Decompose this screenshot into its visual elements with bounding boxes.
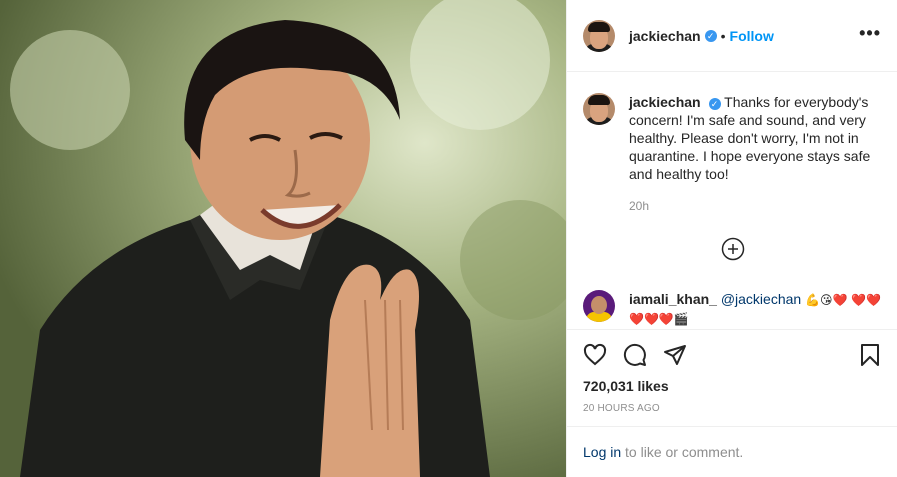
more-options-icon[interactable]: ••• <box>859 24 881 42</box>
commenter-username[interactable]: iamali_khan_ <box>629 291 717 307</box>
follow-button[interactable]: Follow <box>730 28 774 44</box>
post-header: jackiechan ✓ • Follow ••• <box>567 0 897 72</box>
commenter-avatar[interactable] <box>583 290 615 322</box>
verified-badge-icon: ✓ <box>708 98 721 110</box>
post-timestamp[interactable]: 20 HOURS AGO <box>583 403 882 414</box>
heart-icon[interactable] <box>583 343 607 367</box>
login-prompt: Log in to like or comment. <box>567 426 897 477</box>
caption-author-avatar[interactable] <box>583 93 615 125</box>
comment-item: iamali_khan_ @jackiechan 💪😘❤️ ❤️❤️❤️❤️❤️… <box>583 290 883 328</box>
instagram-post: jackiechan ✓ • Follow ••• jackiechan ✓ T… <box>0 0 897 477</box>
likes-count[interactable]: 720,031 likes <box>583 378 882 394</box>
action-icons-row <box>583 342 882 368</box>
post-actions: 720,031 likes 20 HOURS AGO <box>567 329 897 429</box>
caption-username[interactable]: jackiechan <box>629 94 701 110</box>
plus-circle-icon[interactable] <box>721 237 745 264</box>
photo-illustration <box>0 0 566 477</box>
separator-dot: • <box>720 27 726 44</box>
login-link[interactable]: Log in <box>583 444 621 460</box>
comment-mention[interactable]: @jackiechan <box>721 291 801 307</box>
post-caption: jackiechan ✓ Thanks for everybody's conc… <box>583 93 883 183</box>
caption-time[interactable]: 20h <box>629 199 649 213</box>
paper-plane-icon[interactable] <box>663 343 687 367</box>
caption-text-block: jackiechan ✓ Thanks for everybody's conc… <box>629 93 883 183</box>
login-prompt-text: to like or comment. <box>621 444 744 460</box>
post-photo[interactable] <box>0 0 566 477</box>
comment-text-block: iamali_khan_ @jackiechan 💪😘❤️ ❤️❤️❤️❤️❤️… <box>629 290 883 328</box>
author-username[interactable]: jackiechan <box>629 28 701 44</box>
author-avatar[interactable] <box>583 19 615 52</box>
bookmark-icon[interactable] <box>858 343 882 367</box>
verified-badge-icon: ✓ <box>704 29 717 42</box>
comment-bubble-icon[interactable] <box>623 343 647 367</box>
